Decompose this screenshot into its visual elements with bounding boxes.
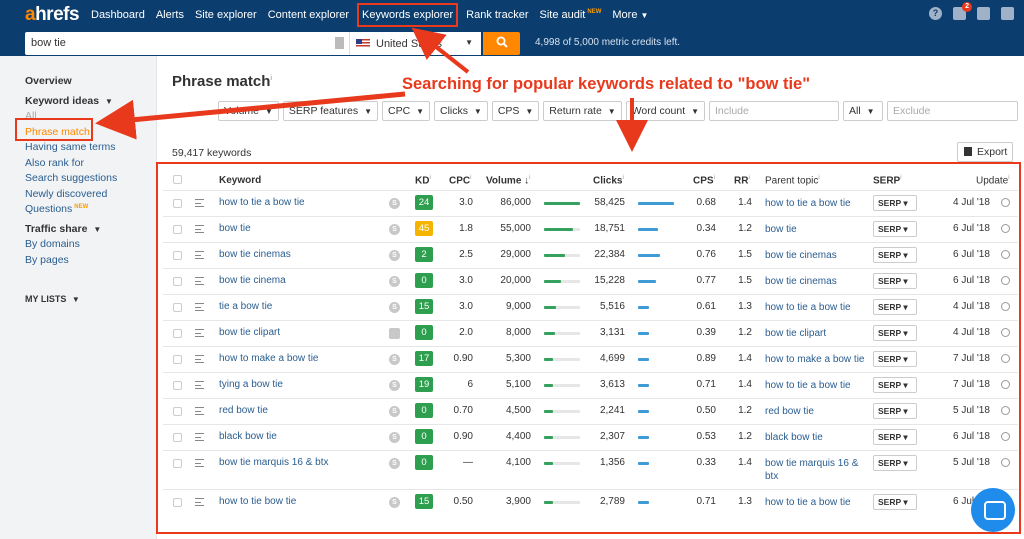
chat-widget-button[interactable] bbox=[971, 488, 1015, 532]
annotation-arrows bbox=[95, 27, 648, 152]
arrow-to-phrase-match bbox=[95, 91, 406, 140]
arrow-to-keywords-explorer bbox=[411, 27, 470, 74]
